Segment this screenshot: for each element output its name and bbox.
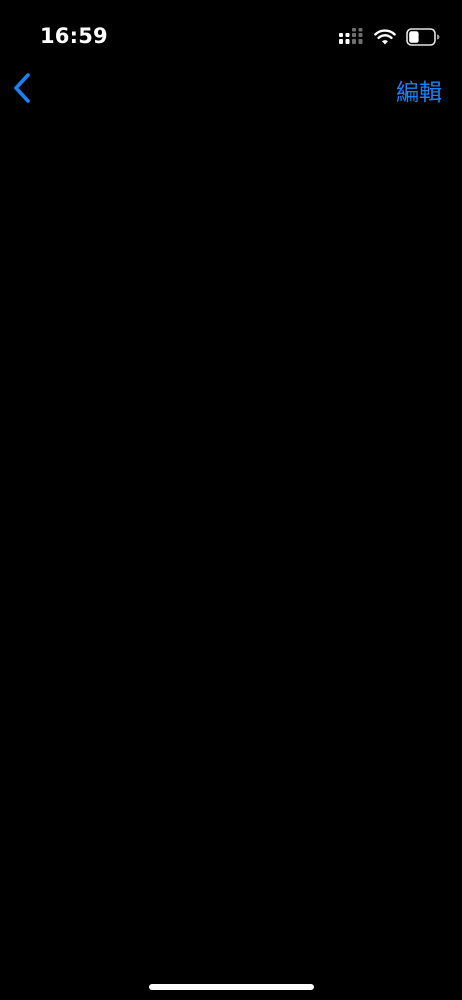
status-bar: 16:59: [0, 0, 462, 62]
wifi-icon: [374, 28, 396, 46]
chevron-left-icon: [14, 73, 30, 103]
battery-icon: [406, 28, 440, 46]
back-button[interactable]: [8, 70, 38, 106]
content-area: [0, 114, 462, 964]
status-time: 16:59: [40, 24, 108, 48]
home-indicator[interactable]: [149, 984, 314, 990]
signal-icon: [339, 28, 364, 46]
status-icons: [339, 27, 440, 47]
edit-button[interactable]: 編輯: [396, 73, 442, 107]
nav-bar: 編輯: [0, 62, 462, 114]
